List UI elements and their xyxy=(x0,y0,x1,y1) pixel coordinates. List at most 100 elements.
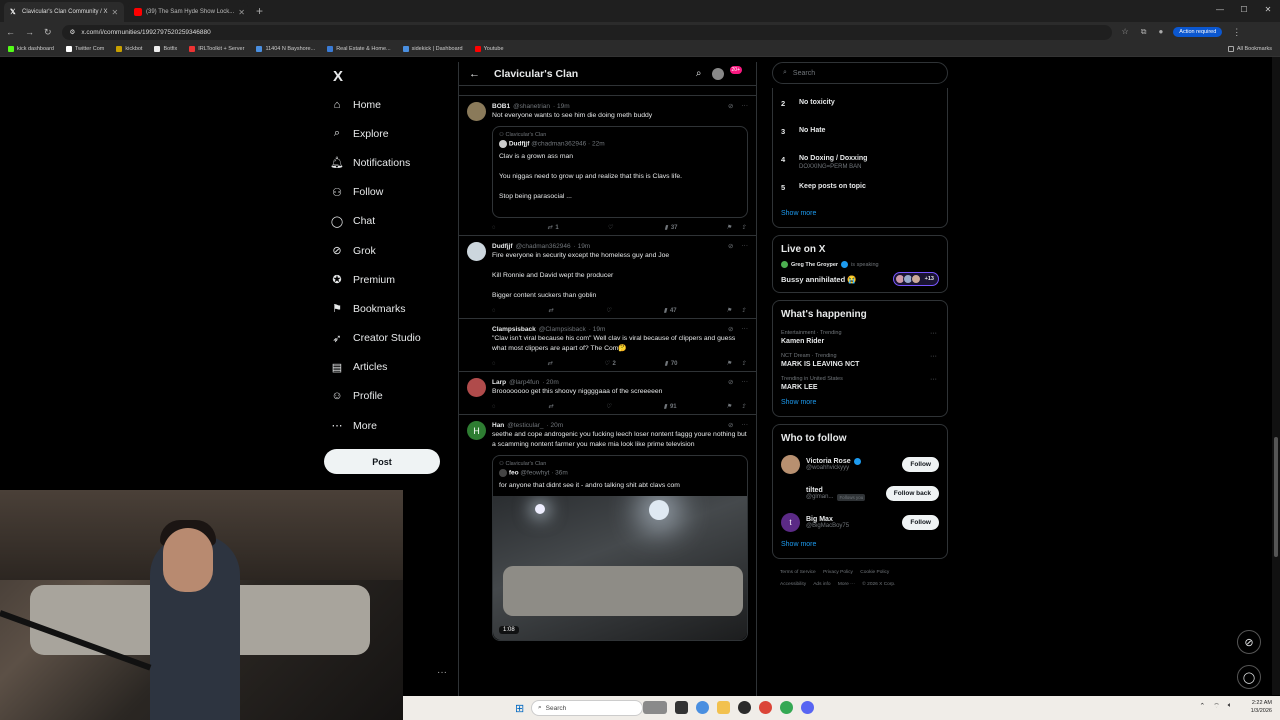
maximize-icon[interactable]: ☐ xyxy=(1232,0,1256,20)
bookmark-icon[interactable]: ⚑ xyxy=(726,224,731,231)
taskbar-search[interactable]: ⌕ Search xyxy=(531,700,643,716)
minimize-icon[interactable]: — xyxy=(1208,0,1232,20)
grok-icon[interactable]: ⊘ xyxy=(728,242,733,250)
site-info-icon[interactable]: ⚙ xyxy=(70,28,76,36)
search-icon[interactable]: ⌕ xyxy=(696,68,702,79)
reload-icon[interactable]: ↻ xyxy=(44,27,52,38)
nav-explore[interactable]: ⌕ Explore xyxy=(324,119,454,148)
share-icon[interactable]: ⇪ xyxy=(741,360,746,367)
bookmark-item[interactable]: 11404 N Bayshore... xyxy=(256,46,315,52)
quoted-tweet[interactable]: ⚇ Clavicular's Clan Dudfjjf @chadman3629… xyxy=(492,126,748,218)
follow-suggestion[interactable]: tilted @glman... Follows you Follow back xyxy=(781,479,939,508)
browser-menu-icon[interactable]: ⋮ xyxy=(1232,27,1241,38)
footer-link[interactable]: Cookie Policy xyxy=(860,570,889,575)
post-button[interactable]: Post xyxy=(324,449,440,474)
search-input[interactable]: ⌕ Search xyxy=(772,62,948,84)
profile-icon[interactable]: ● xyxy=(1158,27,1163,37)
scrollbar-thumb[interactable] xyxy=(1274,437,1278,557)
avatar[interactable] xyxy=(467,242,486,261)
footer-link[interactable]: Privacy Policy xyxy=(823,570,853,575)
widget-app-icon[interactable] xyxy=(643,701,667,714)
more-icon[interactable]: ··· xyxy=(930,353,937,360)
bookmark-icon[interactable]: ⚑ xyxy=(726,307,731,314)
star-icon[interactable]: ☆ xyxy=(1122,27,1129,37)
author-name[interactable]: Larp xyxy=(492,379,506,386)
views-button[interactable]: ▮ 37 xyxy=(665,224,678,232)
grok-icon[interactable]: ⊘ xyxy=(728,378,733,386)
forward-icon[interactable]: → xyxy=(25,27,34,37)
chrome-app-icon[interactable] xyxy=(696,701,709,714)
video-player[interactable]: 1:08 xyxy=(493,496,747,640)
follow-button[interactable]: Follow xyxy=(902,515,939,530)
repost-button[interactable]: ⇄ xyxy=(547,360,555,367)
like-button[interactable]: ♡ xyxy=(606,307,614,314)
taskbar-clock[interactable]: 2:22 AM 1/3/2026 xyxy=(1251,699,1272,715)
author-name[interactable]: Han xyxy=(492,422,504,429)
footer-link[interactable]: Terms of Service xyxy=(780,570,816,575)
author-name[interactable]: Dudfjjf xyxy=(492,243,513,250)
reply-button[interactable]: ◌ xyxy=(492,360,499,367)
follow-show-more-link[interactable]: Show more xyxy=(781,537,939,552)
repost-button[interactable]: ⇄ xyxy=(548,403,556,410)
footer-link[interactable]: Ads info xyxy=(813,582,830,587)
tweet[interactable]: Dudfjjf @chadman362946 · 19m ⊘ ··· Fire ever… xyxy=(459,236,756,319)
avatar[interactable] xyxy=(467,325,486,344)
share-icon[interactable]: ⇪ xyxy=(741,403,746,410)
views-button[interactable]: ▮ 91 xyxy=(664,403,677,411)
nav-profile[interactable]: ☺ Profile xyxy=(324,382,454,411)
reply-button[interactable]: ◌ xyxy=(492,307,499,314)
reply-button[interactable]: ◌ xyxy=(492,403,499,410)
bookmark-icon[interactable]: ⚑ xyxy=(726,360,731,367)
all-bookmarks[interactable]: All Bookmarks xyxy=(1227,46,1272,52)
more-icon[interactable]: ··· xyxy=(742,102,749,110)
share-icon[interactable]: ⇪ xyxy=(741,307,746,314)
x-logo-icon[interactable]: X xyxy=(324,62,352,90)
discord-app-icon[interactable] xyxy=(801,701,814,714)
volume-icon[interactable]: 🔈︎ xyxy=(1228,702,1232,711)
browser-tab[interactable]: (39) The Sam Hyde Show Lock... ✕ xyxy=(128,2,248,22)
back-icon[interactable]: ← xyxy=(6,27,15,37)
chat-fab-icon[interactable]: ◯ xyxy=(1237,665,1261,689)
tweet[interactable]: H Han @testicular_ · 20m ⊘ ··· seethe and co… xyxy=(459,415,756,645)
nav-more[interactable]: ⋯ More xyxy=(324,411,454,440)
nav-chat[interactable]: ◯ Chat xyxy=(324,207,454,236)
like-button[interactable]: ♡ 2 xyxy=(604,360,616,368)
more-icon[interactable]: ··· xyxy=(742,242,749,250)
extensions-icon[interactable]: ⧉ xyxy=(1141,27,1147,37)
grok-icon[interactable]: ⊘ xyxy=(728,421,733,429)
avatar[interactable] xyxy=(467,102,486,121)
nav-follow[interactable]: ⚇ Follow xyxy=(324,178,454,207)
nav-home[interactable]: ⌂ Home xyxy=(324,90,454,119)
bookmark-item[interactable]: Real Estate & Home... xyxy=(327,46,391,52)
new-tab-button[interactable]: + xyxy=(248,2,271,22)
bookmark-item[interactable]: kickbot xyxy=(116,46,142,52)
grok-icon[interactable]: ⊘ xyxy=(728,102,733,110)
share-icon[interactable]: ⇪ xyxy=(741,224,746,231)
avatar[interactable] xyxy=(467,378,486,397)
bookmark-item[interactable]: Botfix xyxy=(154,46,177,52)
views-button[interactable]: ▮ 47 xyxy=(664,307,677,315)
chrome-profile-icon[interactable] xyxy=(759,701,772,714)
url-field[interactable]: ⚙ x.com/i/communities/199279752025934688… xyxy=(61,24,1112,40)
trend-item[interactable]: Entertainment · Trending Kamen Rider ··· xyxy=(781,326,939,349)
tweet[interactable]: Larp @larp4fun · 20m ⊘ ··· Broooooooo get th… xyxy=(459,372,756,415)
footer-link[interactable]: More ··· xyxy=(838,582,855,587)
more-icon[interactable]: ··· xyxy=(930,376,937,383)
trend-item[interactable]: NCT Dream · Trending MARK IS LEAVING NCT ·… xyxy=(781,349,939,372)
browser-tab-active[interactable]: 𝕏 Clavicular's Clan Community / X ✕ xyxy=(4,2,124,22)
live-space[interactable]: Bussy annihilated 😭 +13 xyxy=(781,272,939,286)
task-view-icon[interactable] xyxy=(675,701,688,714)
repost-button[interactable]: ⇄ xyxy=(548,307,556,314)
nav-articles[interactable]: ▤ Articles xyxy=(324,353,454,382)
action-required-button[interactable]: Action required xyxy=(1173,27,1223,37)
network-icon[interactable]: ⌔ xyxy=(1213,702,1220,711)
bookmark-icon[interactable]: ⚑ xyxy=(726,403,731,410)
bookmark-item[interactable]: kick dashboard xyxy=(8,46,54,52)
follow-button[interactable]: Follow xyxy=(902,457,939,472)
page-scrollbar[interactable] xyxy=(1272,57,1280,695)
tray-chevron-icon[interactable]: ⌃ xyxy=(1199,702,1205,711)
nav-grok[interactable]: ⊘ Grok xyxy=(324,236,454,265)
close-tab-icon[interactable]: ✕ xyxy=(112,8,119,17)
trend-item[interactable]: Trending in United States MARK LEE ··· xyxy=(781,372,939,395)
like-button[interactable]: ♡ xyxy=(606,403,614,410)
